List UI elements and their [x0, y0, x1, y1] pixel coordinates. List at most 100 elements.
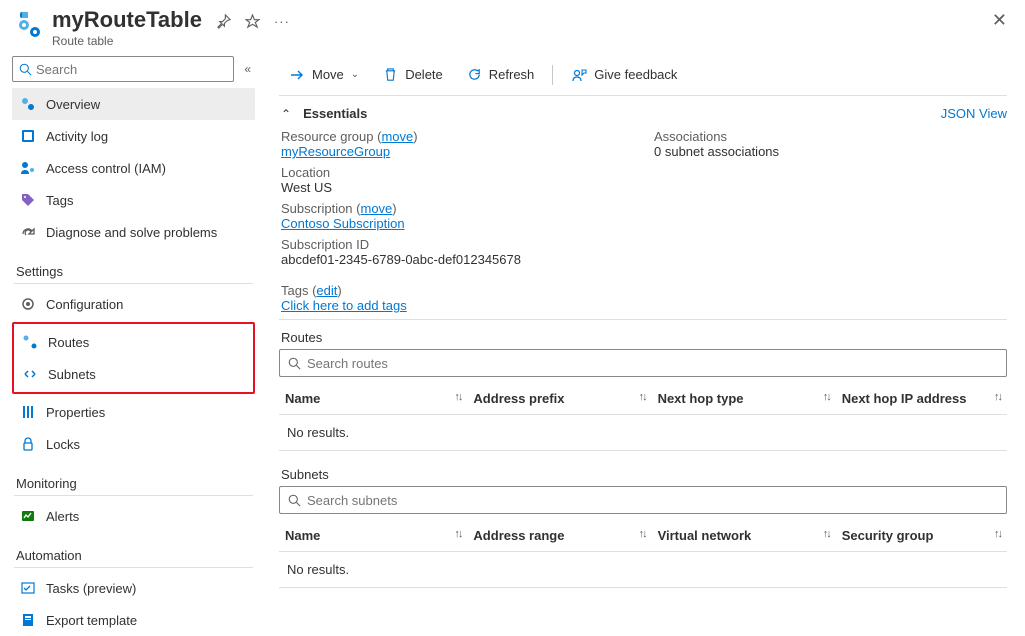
resource-group-label: Resource group (move) — [281, 129, 634, 144]
sort-icon[interactable]: ↑↓ — [639, 391, 646, 403]
button-label: Move — [312, 67, 344, 82]
overview-icon — [20, 96, 36, 112]
sidebar-item-diagnose[interactable]: Diagnose and solve problems — [12, 216, 255, 248]
sidebar-item-label: Activity log — [46, 129, 108, 144]
chevron-down-icon: ⌄ — [351, 69, 359, 80]
routes-search-input[interactable] — [307, 356, 998, 371]
toolbar-separator — [552, 65, 553, 85]
button-label: Delete — [405, 67, 443, 82]
page-title: myRouteTable — [52, 8, 202, 32]
resource-group-value[interactable]: myResourceGroup — [281, 144, 390, 159]
close-icon[interactable]: ✕ — [992, 10, 1007, 31]
feedback-button[interactable]: Give feedback — [561, 63, 687, 87]
sidebar-item-label: Tasks (preview) — [46, 581, 136, 596]
collapse-icon[interactable]: « — [240, 62, 255, 76]
delete-button[interactable]: Delete — [373, 63, 453, 86]
subnets-title: Subnets — [281, 467, 1007, 482]
sidebar-item-locks[interactable]: Locks — [12, 428, 255, 460]
subnets-icon — [22, 366, 38, 382]
chevron-up-icon[interactable]: ⌃ — [281, 107, 291, 121]
sidebar-item-properties[interactable]: Properties — [12, 396, 255, 428]
sidebar-item-routes[interactable]: Routes — [14, 326, 253, 358]
subnets-search-input[interactable] — [307, 493, 998, 508]
col-address-range[interactable]: Address range↑↓ — [467, 520, 651, 552]
col-virtual-network[interactable]: Virtual network↑↓ — [652, 520, 836, 552]
subscription-move-link[interactable]: move — [360, 201, 392, 216]
tags-edit-link[interactable]: edit — [316, 283, 337, 298]
sidebar-item-label: Tags — [46, 193, 73, 208]
sort-icon[interactable]: ↑↓ — [994, 528, 1001, 540]
associations-label: Associations — [654, 129, 1007, 144]
col-name[interactable]: Name↑↓ — [279, 520, 467, 552]
button-label: Refresh — [489, 67, 535, 82]
sort-icon[interactable]: ↑↓ — [994, 391, 1001, 403]
arrow-right-icon — [289, 67, 305, 83]
group-automation: Automation — [14, 534, 253, 568]
routes-empty: No results. — [279, 415, 1007, 451]
tags-add-link[interactable]: Click here to add tags — [281, 298, 407, 313]
lock-icon — [20, 436, 36, 452]
sidebar-item-label: Locks — [46, 437, 80, 452]
gear-icon — [20, 296, 36, 312]
sidebar-item-subnets[interactable]: Subnets — [14, 358, 253, 390]
sidebar-item-tags[interactable]: Tags — [12, 184, 255, 216]
sidebar-item-iam[interactable]: Access control (IAM) — [12, 152, 255, 184]
sidebar-item-label: Properties — [46, 405, 105, 420]
col-next-hop-ip[interactable]: Next hop IP address↑↓ — [836, 383, 1007, 415]
sidebar-item-activity-log[interactable]: Activity log — [12, 120, 255, 152]
search-icon — [288, 357, 301, 370]
location-label: Location — [281, 165, 634, 180]
refresh-button[interactable]: Refresh — [457, 63, 545, 86]
more-icon[interactable]: ··· — [274, 14, 290, 29]
col-address-prefix[interactable]: Address prefix↑↓ — [467, 383, 651, 415]
resource-group-move-link[interactable]: move — [381, 129, 413, 144]
subscription-label: Subscription (move) — [281, 201, 634, 216]
json-view-link[interactable]: JSON View — [941, 106, 1007, 121]
sort-icon[interactable]: ↑↓ — [823, 391, 830, 403]
pin-icon[interactable] — [216, 14, 231, 29]
essentials-heading[interactable]: Essentials — [303, 106, 367, 121]
group-settings: Settings — [14, 250, 253, 284]
sort-icon[interactable]: ↑↓ — [454, 528, 461, 540]
sidebar-item-configuration[interactable]: Configuration — [12, 288, 255, 320]
search-icon — [19, 63, 32, 76]
sidebar-item-overview[interactable]: Overview — [12, 88, 255, 120]
sidebar-item-label: Routes — [48, 335, 89, 350]
subnets-table: Name↑↓ Address range↑↓ Virtual network↑↓… — [279, 520, 1007, 588]
routes-search[interactable] — [279, 349, 1007, 377]
tags-label: Tags (edit) — [281, 283, 342, 298]
col-next-hop-type[interactable]: Next hop type↑↓ — [652, 383, 836, 415]
iam-icon — [20, 160, 36, 176]
route-table-icon — [14, 10, 44, 40]
col-name[interactable]: Name↑↓ — [279, 383, 467, 415]
col-security-group[interactable]: Security group↑↓ — [836, 520, 1007, 552]
move-button[interactable]: Move ⌄ — [279, 63, 369, 87]
sidebar-search-input[interactable] — [36, 62, 227, 77]
essentials-panel: Resource group (move) myResourceGroup Lo… — [279, 127, 1007, 283]
sidebar-item-alerts[interactable]: Alerts — [12, 500, 255, 532]
routes-icon — [22, 334, 38, 350]
star-icon[interactable] — [245, 14, 260, 29]
properties-icon — [20, 404, 36, 420]
alerts-icon — [20, 508, 36, 524]
command-bar: Move ⌄ Delete Refresh — [279, 54, 1007, 96]
highlighted-menu-items: Routes Subnets — [12, 322, 255, 394]
subscription-value[interactable]: Contoso Subscription — [281, 216, 405, 231]
group-monitoring: Monitoring — [14, 462, 253, 496]
person-feedback-icon — [571, 67, 587, 83]
subnets-search[interactable] — [279, 486, 1007, 514]
page-subtitle: Route table — [52, 34, 202, 48]
routes-title: Routes — [281, 330, 1007, 345]
sidebar-item-export[interactable]: Export template — [12, 604, 255, 636]
sidebar-item-tasks[interactable]: Tasks (preview) — [12, 572, 255, 604]
sidebar: « Overview Activity log Access control (… — [0, 50, 261, 636]
sidebar-item-label: Export template — [46, 613, 137, 628]
sidebar-search[interactable] — [12, 56, 234, 82]
sort-icon[interactable]: ↑↓ — [639, 528, 646, 540]
sidebar-item-label: Configuration — [46, 297, 123, 312]
sort-icon[interactable]: ↑↓ — [454, 391, 461, 403]
tags-icon — [20, 192, 36, 208]
sort-icon[interactable]: ↑↓ — [823, 528, 830, 540]
routes-table: Name↑↓ Address prefix↑↓ Next hop type↑↓ … — [279, 383, 1007, 451]
sidebar-item-label: Subnets — [48, 367, 96, 382]
